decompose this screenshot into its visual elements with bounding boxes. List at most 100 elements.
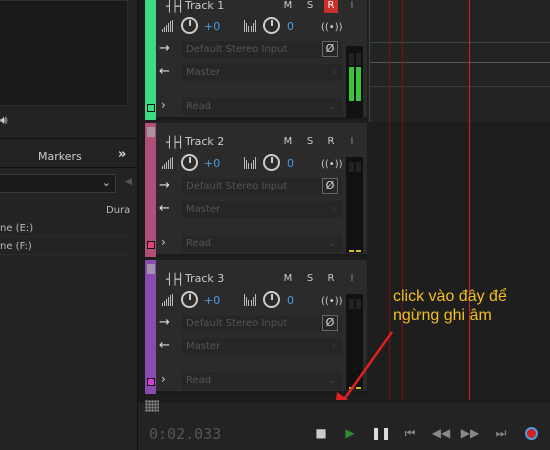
- level-meter: [346, 294, 363, 390]
- panel-divider: [0, 138, 138, 139]
- volume-value[interactable]: +0: [204, 294, 220, 307]
- automation-select-value: Read: [186, 238, 212, 249]
- panel-overflow-icon[interactable]: »: [118, 147, 126, 162]
- volume-knob[interactable]: [181, 154, 198, 171]
- triangle-left-icon[interactable]: ◀: [125, 177, 132, 187]
- pan-knob[interactable]: [263, 154, 280, 171]
- go-to-end-button[interactable]: ⏭: [491, 423, 511, 443]
- input-select-value: Default Stereo Input: [186, 318, 288, 329]
- automation-select-value: Read: [186, 101, 212, 112]
- phase-invert-button[interactable]: Ø: [322, 178, 338, 194]
- automation-select[interactable]: Read ⌄: [182, 235, 342, 252]
- input-monitor-button[interactable]: I: [345, 0, 359, 13]
- annotation-line-2: ngừng ghi âm: [393, 307, 492, 324]
- loop-marker: [402, 0, 403, 400]
- pan-icon: [243, 157, 257, 169]
- output-select[interactable]: Master ›: [182, 64, 342, 81]
- waveform-icon: ┤├┤: [166, 0, 184, 13]
- list-item[interactable]: ne (F:): [0, 239, 128, 255]
- solo-button[interactable]: S: [303, 272, 317, 286]
- track-2[interactable]: ┤├┤ Track 2 M S R I +0 0 ((•)) → Default…: [145, 123, 367, 257]
- timeline-area[interactable]: [369, 0, 550, 400]
- solo-button[interactable]: S: [303, 0, 317, 13]
- automation-select[interactable]: Read ⌄: [182, 372, 342, 389]
- annotation-text: click vào đây để ngừng ghi âm: [393, 287, 507, 325]
- meter-segment: [349, 162, 354, 172]
- solo-button[interactable]: S: [303, 135, 317, 149]
- broadcast-icon[interactable]: ((•)): [321, 22, 343, 33]
- location-dropdown[interactable]: ⌄: [0, 174, 116, 193]
- go-to-start-button[interactable]: ⏮: [400, 423, 420, 443]
- track-select-box[interactable]: [147, 241, 155, 249]
- record-arm-button[interactable]: R: [324, 272, 338, 286]
- automation-select[interactable]: Read ⌄: [182, 98, 342, 115]
- recorded-clip[interactable]: [369, 0, 550, 122]
- expand-chevron-icon[interactable]: ›: [161, 98, 166, 112]
- drag-grip[interactable]: [147, 127, 155, 137]
- output-arrow-icon: ←: [159, 338, 170, 353]
- track-1[interactable]: ┤├┤ Track 1 M S R I +0 0 ((•)) → Default…: [145, 0, 367, 120]
- record-arm-button[interactable]: R: [324, 135, 338, 149]
- pause-icon: ❚❚: [371, 426, 392, 440]
- expand-chevron-icon[interactable]: ›: [161, 372, 166, 386]
- mute-button[interactable]: M: [281, 135, 295, 149]
- input-select[interactable]: Default Stereo Input ›: [182, 315, 342, 332]
- meter-level-left: [349, 67, 354, 101]
- track-3[interactable]: ┤├┤ Track 3 M S R I +0 0 ((•)) → Default…: [145, 260, 367, 394]
- pan-value[interactable]: 0: [287, 294, 294, 307]
- input-monitor-button[interactable]: I: [345, 135, 359, 149]
- list-item[interactable]: ne (E:): [0, 221, 128, 237]
- clip-line: [369, 86, 550, 87]
- drag-grip[interactable]: [147, 264, 155, 274]
- broadcast-icon[interactable]: ((•)): [321, 159, 343, 170]
- rewind-button[interactable]: ◀◀: [431, 423, 451, 443]
- expand-chevron-icon[interactable]: ›: [161, 235, 166, 249]
- volume-knob[interactable]: [181, 17, 198, 34]
- column-header-duration[interactable]: Dura: [106, 205, 130, 216]
- volume-value[interactable]: +0: [204, 157, 220, 170]
- record-button[interactable]: [521, 423, 541, 443]
- pan-knob[interactable]: [263, 291, 280, 308]
- playhead[interactable]: [469, 0, 470, 400]
- pause-button[interactable]: ❚❚: [371, 423, 391, 443]
- track-name[interactable]: Track 2: [185, 135, 224, 148]
- track-name[interactable]: Track 1: [185, 0, 224, 12]
- pan-value[interactable]: 0: [287, 157, 294, 170]
- speaker-icon[interactable]: 🔊︎: [0, 113, 8, 128]
- time-display[interactable]: 0:02.033: [149, 425, 221, 443]
- phase-invert-button[interactable]: Ø: [322, 315, 338, 331]
- tab-markers[interactable]: Markers: [38, 150, 82, 163]
- input-arrow-icon: →: [159, 315, 170, 330]
- annotation-line-1: click vào đây để: [393, 288, 507, 305]
- input-select[interactable]: Default Stereo Input ›: [182, 41, 342, 58]
- clip-edge: [369, 0, 370, 122]
- phase-invert-button[interactable]: Ø: [322, 41, 338, 57]
- stop-button[interactable]: ■: [311, 423, 331, 443]
- track-select-box[interactable]: [147, 378, 155, 386]
- mute-button[interactable]: M: [281, 0, 295, 13]
- files-panel: [0, 0, 128, 106]
- play-button[interactable]: ▶: [340, 423, 360, 443]
- track-name[interactable]: Track 3: [185, 272, 224, 285]
- rewind-icon: ◀◀: [431, 426, 451, 440]
- meter-segment: [349, 299, 354, 309]
- record-arm-button[interactable]: R: [324, 0, 338, 13]
- output-arrow-icon: ←: [159, 201, 170, 216]
- broadcast-icon[interactable]: ((•)): [321, 296, 343, 307]
- loop-marker: [389, 0, 390, 400]
- input-monitor-button[interactable]: I: [345, 272, 359, 286]
- input-select[interactable]: Default Stereo Input ›: [182, 178, 342, 195]
- volume-value[interactable]: +0: [204, 20, 220, 33]
- volume-knob[interactable]: [181, 291, 198, 308]
- output-select[interactable]: Master ›: [182, 201, 342, 218]
- drag-grip[interactable]: [145, 400, 159, 412]
- waveform-icon: ┤├┤: [166, 136, 184, 149]
- pan-value[interactable]: 0: [287, 20, 294, 33]
- pan-knob[interactable]: [263, 17, 280, 34]
- pan-icon: [243, 294, 257, 306]
- track-select-box[interactable]: [147, 104, 155, 112]
- panel-separator: [138, 0, 145, 400]
- fast-forward-button[interactable]: ▶▶: [460, 423, 480, 443]
- output-select[interactable]: Master ›: [182, 338, 342, 355]
- mute-button[interactable]: M: [281, 272, 295, 286]
